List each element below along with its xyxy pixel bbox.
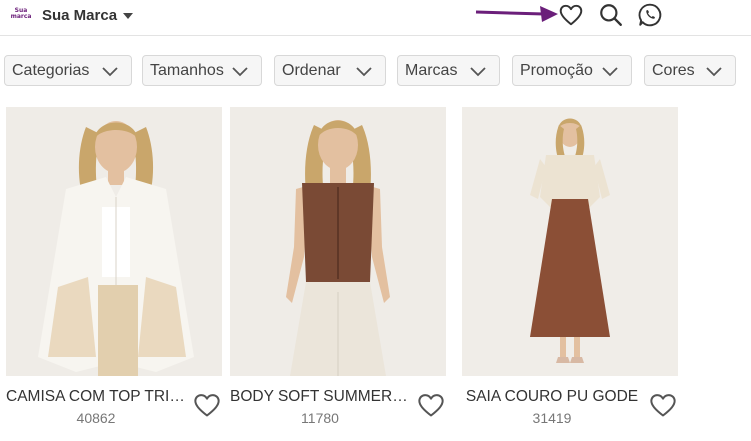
- filter-cores[interactable]: Cores: [644, 55, 736, 86]
- filter-marcas[interactable]: Marcas: [397, 55, 500, 86]
- filter-ordenar[interactable]: Ordenar: [274, 55, 386, 86]
- whatsapp-button[interactable]: [636, 1, 664, 29]
- product-name[interactable]: SAIA COURO PU GODE: [462, 388, 642, 406]
- logo-text: Sua marca: [10, 7, 32, 20]
- filter-label: Ordenar: [282, 61, 341, 79]
- chevron-down-icon: [356, 66, 372, 76]
- filter-label: Cores: [652, 61, 695, 79]
- product-image[interactable]: [462, 107, 678, 376]
- product-card[interactable]: SAIA COURO PU GODE 31419: [462, 107, 678, 441]
- product-code: 31419: [532, 410, 572, 426]
- annotation-arrow-icon: [475, 6, 558, 22]
- product-image[interactable]: [230, 107, 446, 376]
- brand-selector[interactable]: Sua Marca: [42, 6, 134, 24]
- filter-categorias[interactable]: Categorias: [4, 55, 132, 86]
- whatsapp-icon: [638, 3, 662, 27]
- heart-icon: [559, 4, 583, 26]
- filter-promocao[interactable]: Promoção: [512, 55, 632, 86]
- brand-logo[interactable]: Sua marca: [9, 8, 33, 22]
- product-grid: CAMISA COM TOP TRICOT 40862 BODY SOFT SU…: [0, 107, 751, 441]
- favorite-button[interactable]: [648, 390, 678, 420]
- product-name[interactable]: BODY SOFT SUMMER PREGAS: [230, 388, 410, 406]
- filter-label: Marcas: [405, 61, 458, 79]
- caret-down-icon: [123, 12, 134, 19]
- product-card[interactable]: BODY SOFT SUMMER PREGAS 11780: [230, 107, 446, 441]
- product-code: 40862: [76, 410, 116, 426]
- woman-leather-skirt-image: [462, 107, 678, 376]
- top-bar: Sua marca Sua Marca: [0, 0, 751, 36]
- woman-white-shirt-image: [6, 107, 222, 376]
- product-code: 11780: [301, 410, 339, 426]
- heart-icon: [418, 394, 444, 417]
- chevron-down-icon: [470, 66, 486, 76]
- brand-name: Sua Marca: [42, 6, 118, 24]
- chevron-down-icon: [232, 66, 248, 76]
- product-image[interactable]: [6, 107, 222, 376]
- filter-label: Categorias: [12, 61, 90, 79]
- filter-label: Tamanhos: [150, 61, 224, 79]
- product-name[interactable]: CAMISA COM TOP TRICOT: [6, 388, 186, 406]
- favorite-button[interactable]: [416, 390, 446, 420]
- filter-label: Promoção: [520, 61, 593, 79]
- filter-bar: Categorias Tamanhos Ordenar Marcas Promo…: [0, 55, 751, 87]
- chevron-down-icon: [602, 66, 618, 76]
- favorites-button[interactable]: [557, 1, 585, 29]
- heart-icon: [650, 394, 676, 417]
- chevron-down-icon: [102, 66, 118, 76]
- woman-brown-body-image: [230, 107, 446, 376]
- filter-tamanhos[interactable]: Tamanhos: [142, 55, 262, 86]
- product-card[interactable]: CAMISA COM TOP TRICOT 40862: [6, 107, 222, 441]
- search-icon: [600, 4, 622, 26]
- chevron-down-icon: [706, 66, 722, 76]
- heart-icon: [194, 394, 220, 417]
- search-button[interactable]: [597, 1, 625, 29]
- favorite-button[interactable]: [192, 390, 222, 420]
